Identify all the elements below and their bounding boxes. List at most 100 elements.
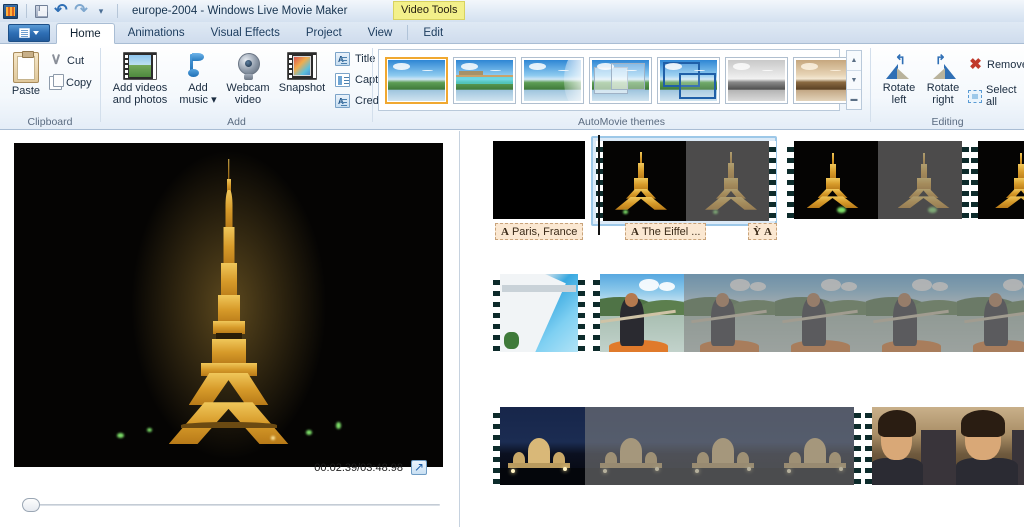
tab-label: Animations [127,26,185,39]
preview-pane: 00:02.39/03:48.98 [0,131,460,527]
rotate-right-button[interactable]: ↱ Rotate right [921,50,965,106]
clip-thumbnail [971,141,1024,219]
rotate-left-label: Rotate left [882,82,916,106]
window-title: europe-2004 - Windows Live Movie Maker [132,5,348,17]
title-button[interactable]: A Title [333,49,377,69]
seek-bar[interactable] [0,495,460,515]
save-button[interactable] [31,2,51,21]
theme-pan-and-zoom[interactable] [657,56,720,104]
tab-project[interactable]: Project [293,22,355,43]
text-badge-icon: A [501,225,509,238]
tab-view[interactable]: View [355,22,406,43]
clip-label-paris-france[interactable]: A Paris, France [495,223,584,240]
clip-thumbnail [878,141,969,219]
snapshot-button[interactable]: Snapshot [275,48,329,94]
clip-thumbnail [585,407,677,485]
tab-edit[interactable]: Edit [410,22,456,43]
preview-time-row: 00:02.39/03:48.98 [0,460,443,475]
automovie-themes-gallery[interactable] [378,49,856,111]
customize-quick-access-button[interactable]: ▾ [91,2,111,21]
add-music-button[interactable]: Add music ▾ [175,48,221,106]
scroll-down-icon[interactable]: ▼ [847,71,861,91]
chevron-down-icon: ▾ [98,5,104,16]
theme-contemporary[interactable] [453,56,516,104]
clip-thumbnail [677,407,769,485]
tab-home[interactable]: Home [56,23,115,44]
clip-eiffel-tower-3[interactable] [971,141,1024,219]
theme-no-theme[interactable] [385,56,448,104]
preview-monitor[interactable] [14,143,443,467]
ribbon-group-editing: ↰ Rotate left ↱ Rotate right ✖ Remove Se… [871,44,1024,130]
clip-eiffel-tower-2[interactable] [787,141,969,219]
clip-eiffel-tower[interactable] [591,136,777,226]
clip-thumbnail [493,407,585,485]
text-badge-icon: A [631,225,639,238]
file-menu-button[interactable] [8,24,50,42]
cut-button[interactable]: Cut [46,52,87,70]
thumbnail-image [775,274,866,352]
film-perforation [787,141,794,219]
thumbnail-image [684,274,775,352]
undo-button[interactable]: ↶ [51,2,71,21]
thumbnail-image [677,407,769,485]
playhead[interactable] [598,135,600,235]
thumbnail-image [593,274,684,352]
theme-preview [388,59,445,101]
film-perforation [493,274,500,352]
clip-window-photo[interactable] [493,274,585,352]
more-themes-icon[interactable]: ▬ [847,90,861,109]
paste-button[interactable]: Paste [6,48,46,97]
film-perforation [593,274,600,352]
movie-maker-window: Windows Internet Explorer ↶ ↷ ▾ europe-2… [0,0,1024,527]
thumbnail-image [866,274,957,352]
copy-button[interactable]: Copy [46,74,95,92]
storyboard[interactable]: A Paris, France A The Eiffel ... Ỳ A [460,131,1024,527]
tab-visual-effects[interactable]: Visual Effects [198,22,293,43]
film-perforation [578,274,585,352]
clip-title-card[interactable] [493,141,585,219]
text-badge-icon: Ỳ [753,225,761,238]
chevron-down-icon: ▾ [211,94,217,106]
remove-x-icon: ✖ [969,56,982,73]
clip-label-text: The Eiffel ... [641,225,701,238]
film-perforation [493,407,500,485]
ribbon-group-clipboard: Paste Cut Copy Clipboard [0,44,100,130]
scissors-icon [49,54,63,68]
seek-track[interactable] [28,504,440,506]
clip-thumbnail [596,141,686,221]
rotate-left-button[interactable]: ↰ Rotate left [877,50,921,106]
snapshot-label: Snapshot [278,82,326,94]
copy-label: Copy [66,77,92,89]
clip-label-row: A Paris, France A The Eiffel ... Ỳ A [460,223,1024,241]
clip-thumbnail [865,407,956,485]
theme-fade[interactable] [589,56,652,104]
expand-arrow-icon[interactable] [411,460,427,475]
clip-train-video[interactable] [865,407,1024,485]
select-all-button[interactable]: Select all [965,82,1024,110]
group-label: Editing [931,116,964,128]
clip-label-the-eiffel[interactable]: A The Eiffel ... [625,223,707,240]
clip-label-badge-only[interactable]: Ỳ A [748,223,777,240]
scroll-up-icon[interactable]: ▲ [847,51,861,71]
paste-label: Paste [11,85,41,97]
theme-cinematic[interactable] [521,56,584,104]
redo-icon: ↷ [74,2,88,19]
theme-preview [456,59,513,101]
clip-label-text: Paris, France [511,225,578,238]
add-videos-and-photos-button[interactable]: Add videos and photos [107,48,173,106]
webcam-video-button[interactable]: Webcam video [223,48,273,106]
thumbnail-image [585,407,677,485]
clip-rowing-video[interactable] [593,274,1024,352]
time-display: 00:02.39/03:48.98 [314,461,403,474]
remove-button[interactable]: ✖ Remove [965,56,1024,74]
clip-thumbnail [866,274,957,352]
theme-black-and-white[interactable] [725,56,788,104]
redo-button[interactable]: ↷ [71,2,91,21]
clip-thumbnail [593,274,684,352]
themes-gallery-scrollbar[interactable]: ▲ ▼ ▬ [846,50,862,110]
clip-sacre-coeur-video[interactable] [493,407,861,485]
thumbnail-image [971,141,1024,219]
seek-thumb[interactable] [22,498,40,512]
tab-animations[interactable]: Animations [115,22,198,43]
webcam-icon [235,52,261,80]
